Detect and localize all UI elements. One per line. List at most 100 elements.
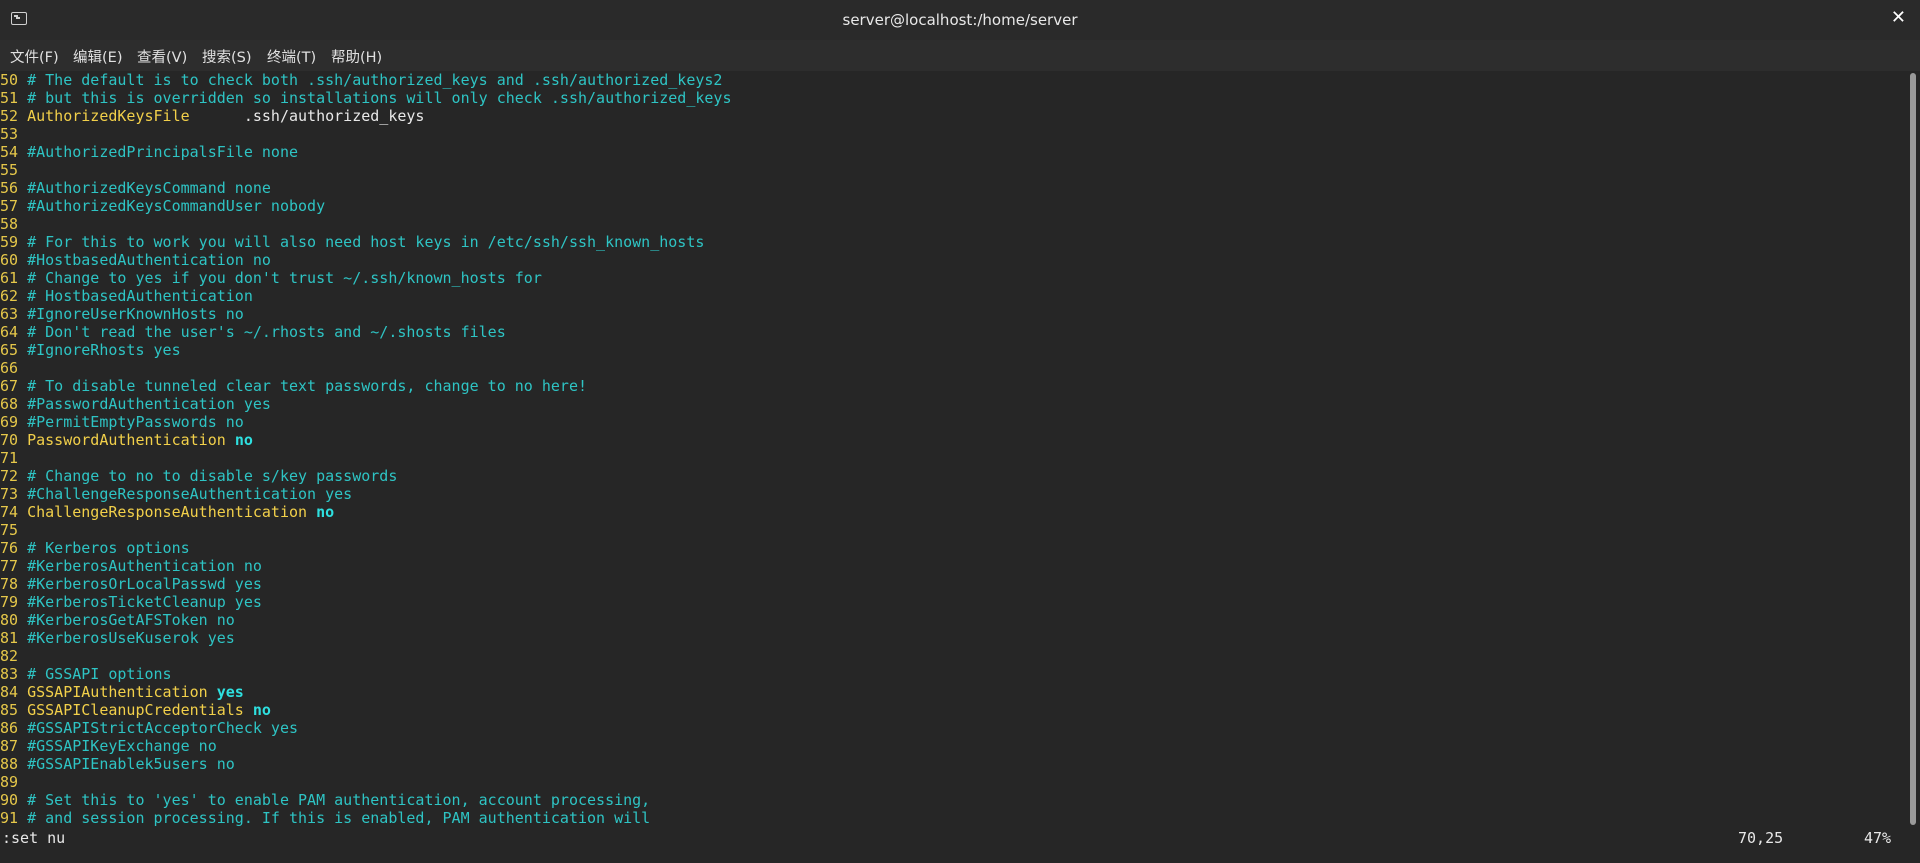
code-line: 76 # Kerberos options — [0, 539, 732, 557]
terminal-editor[interactable]: 50 # The default is to check both .ssh/a… — [0, 71, 1907, 829]
code-line: 81 #KerberosUseKuserok yes — [0, 629, 732, 647]
code-line: 52 AuthorizedKeysFile .ssh/authorized_ke… — [0, 107, 732, 125]
code-segment: #KerberosAuthentication no — [27, 557, 262, 575]
code-segment: AuthorizedKeysFile — [27, 107, 190, 125]
line-number: 76 — [0, 539, 19, 557]
code-line: 62 # HostbasedAuthentication — [0, 287, 732, 305]
code-segment: #GSSAPIStrictAcceptorCheck yes — [27, 719, 299, 737]
code-line: 59 # For this to work you will also need… — [0, 233, 732, 251]
line-number: 86 — [0, 719, 19, 737]
menu-edit[interactable]: 编辑(E) — [73, 46, 122, 67]
code-segment: # Set this to 'yes' to enable PAM authen… — [27, 791, 651, 809]
code-segment: GSSAPIAuthentication — [27, 683, 208, 701]
code-segment: no — [316, 503, 335, 521]
code-line: 79 #KerberosTicketCleanup yes — [0, 593, 732, 611]
code-line: 88 #GSSAPIEnablek5users no — [0, 755, 732, 773]
code-line: 66 — [0, 359, 732, 377]
code-segment: #IgnoreRhosts yes — [27, 341, 181, 359]
scrollbar[interactable] — [1907, 71, 1920, 829]
line-number: 53 — [0, 125, 19, 143]
code-line: 73 #ChallengeResponseAuthentication yes — [0, 485, 732, 503]
menu-help[interactable]: 帮助(H) — [331, 46, 382, 67]
code-segment: # The default is to check both .ssh/auth… — [27, 71, 723, 89]
code-line: 84 GSSAPIAuthentication yes — [0, 683, 732, 701]
command-line[interactable]: :set nu — [2, 829, 65, 847]
code-line: 89 — [0, 773, 732, 791]
code-segment: #GSSAPIKeyExchange no — [27, 737, 217, 755]
code-segment: #KerberosOrLocalPasswd yes — [27, 575, 262, 593]
menu-search[interactable]: 搜索(S) — [202, 46, 252, 67]
code-segment: .ssh/authorized_keys — [189, 107, 425, 125]
file-percent: 47% — [1864, 829, 1892, 847]
code-line: 54 #AuthorizedPrincipalsFile none — [0, 143, 732, 161]
line-number: 82 — [0, 647, 19, 665]
code-segment: # and session processing. If this is ena… — [27, 809, 651, 827]
line-number: 60 — [0, 251, 19, 269]
code-line: 67 # To disable tunneled clear text pass… — [0, 377, 732, 395]
code-segment: #GSSAPIEnablek5users no — [27, 755, 235, 773]
code-line: 56 #AuthorizedKeysCommand none — [0, 179, 732, 197]
cursor-position: 70,25 — [1738, 829, 1784, 847]
code-segment: no — [252, 701, 271, 719]
code-line: 60 #HostbasedAuthentication no — [0, 251, 732, 269]
line-number: 67 — [0, 377, 19, 395]
line-number: 87 — [0, 737, 19, 755]
line-number: 85 — [0, 701, 19, 719]
scrollbar-thumb[interactable] — [1910, 73, 1916, 825]
line-number: 54 — [0, 143, 19, 161]
code-segment: yes — [216, 683, 244, 701]
menu-view[interactable]: 查看(V) — [137, 46, 187, 67]
code-line: 75 — [0, 521, 732, 539]
code-line: 69 #PermitEmptyPasswords no — [0, 413, 732, 431]
code-segment: PasswordAuthentication — [27, 431, 226, 449]
close-button[interactable]: ✕ — [1891, 8, 1906, 28]
code-segment: #KerberosUseKuserok yes — [27, 629, 235, 647]
line-number: 51 — [0, 89, 19, 107]
code-segment: # Change to yes if you don't trust ~/.ss… — [27, 269, 542, 287]
menu-terminal[interactable]: 终端(T) — [267, 46, 316, 67]
title-bar: server@localhost:/home/server ✕ — [0, 0, 1920, 41]
code-line: 70 PasswordAuthentication no — [0, 431, 732, 449]
line-number: 90 — [0, 791, 19, 809]
code-segment: # GSSAPI options — [27, 665, 172, 683]
line-number: 80 — [0, 611, 19, 629]
code-segment: # Don't read the user's ~/.rhosts and ~/… — [27, 323, 506, 341]
line-number: 89 — [0, 773, 19, 791]
line-number: 84 — [0, 683, 19, 701]
line-number: 62 — [0, 287, 19, 305]
code-segment: #PermitEmptyPasswords no — [27, 413, 244, 431]
line-number: 65 — [0, 341, 19, 359]
line-number: 77 — [0, 557, 19, 575]
vim-status-line: :set nu 70,25 47% — [0, 829, 1920, 863]
code-line: 85 GSSAPICleanupCredentials no — [0, 701, 732, 719]
code-segment: #AuthorizedPrincipalsFile none — [27, 143, 299, 161]
code-view: 50 # The default is to check both .ssh/a… — [0, 71, 732, 827]
menu-file[interactable]: 文件(F) — [10, 46, 59, 67]
line-number: 58 — [0, 215, 19, 233]
code-segment: # Kerberos options — [27, 539, 190, 557]
code-segment: #KerberosGetAFSToken no — [27, 611, 235, 629]
line-number: 68 — [0, 395, 19, 413]
menu-bar: 文件(F) 编辑(E) 查看(V) 搜索(S) 终端(T) 帮助(H) — [0, 40, 1920, 71]
code-line: 90 # Set this to 'yes' to enable PAM aut… — [0, 791, 732, 809]
line-number: 73 — [0, 485, 19, 503]
line-number: 70 — [0, 431, 19, 449]
code-line: 61 # Change to yes if you don't trust ~/… — [0, 269, 732, 287]
code-segment: # Change to no to disable s/key password… — [27, 467, 398, 485]
line-number: 74 — [0, 503, 19, 521]
code-segment: #AuthorizedKeysCommand none — [27, 179, 271, 197]
line-number: 72 — [0, 467, 19, 485]
code-line: 91 # and session processing. If this is … — [0, 809, 732, 827]
code-segment: #AuthorizedKeysCommandUser nobody — [27, 197, 326, 215]
code-line: 78 #KerberosOrLocalPasswd yes — [0, 575, 732, 593]
line-number: 61 — [0, 269, 19, 287]
code-line: 86 #GSSAPIStrictAcceptorCheck yes — [0, 719, 732, 737]
code-segment: # but this is overridden so installation… — [27, 89, 732, 107]
line-number: 66 — [0, 359, 19, 377]
line-number: 55 — [0, 161, 19, 179]
line-number: 64 — [0, 323, 19, 341]
code-line: 53 — [0, 125, 732, 143]
